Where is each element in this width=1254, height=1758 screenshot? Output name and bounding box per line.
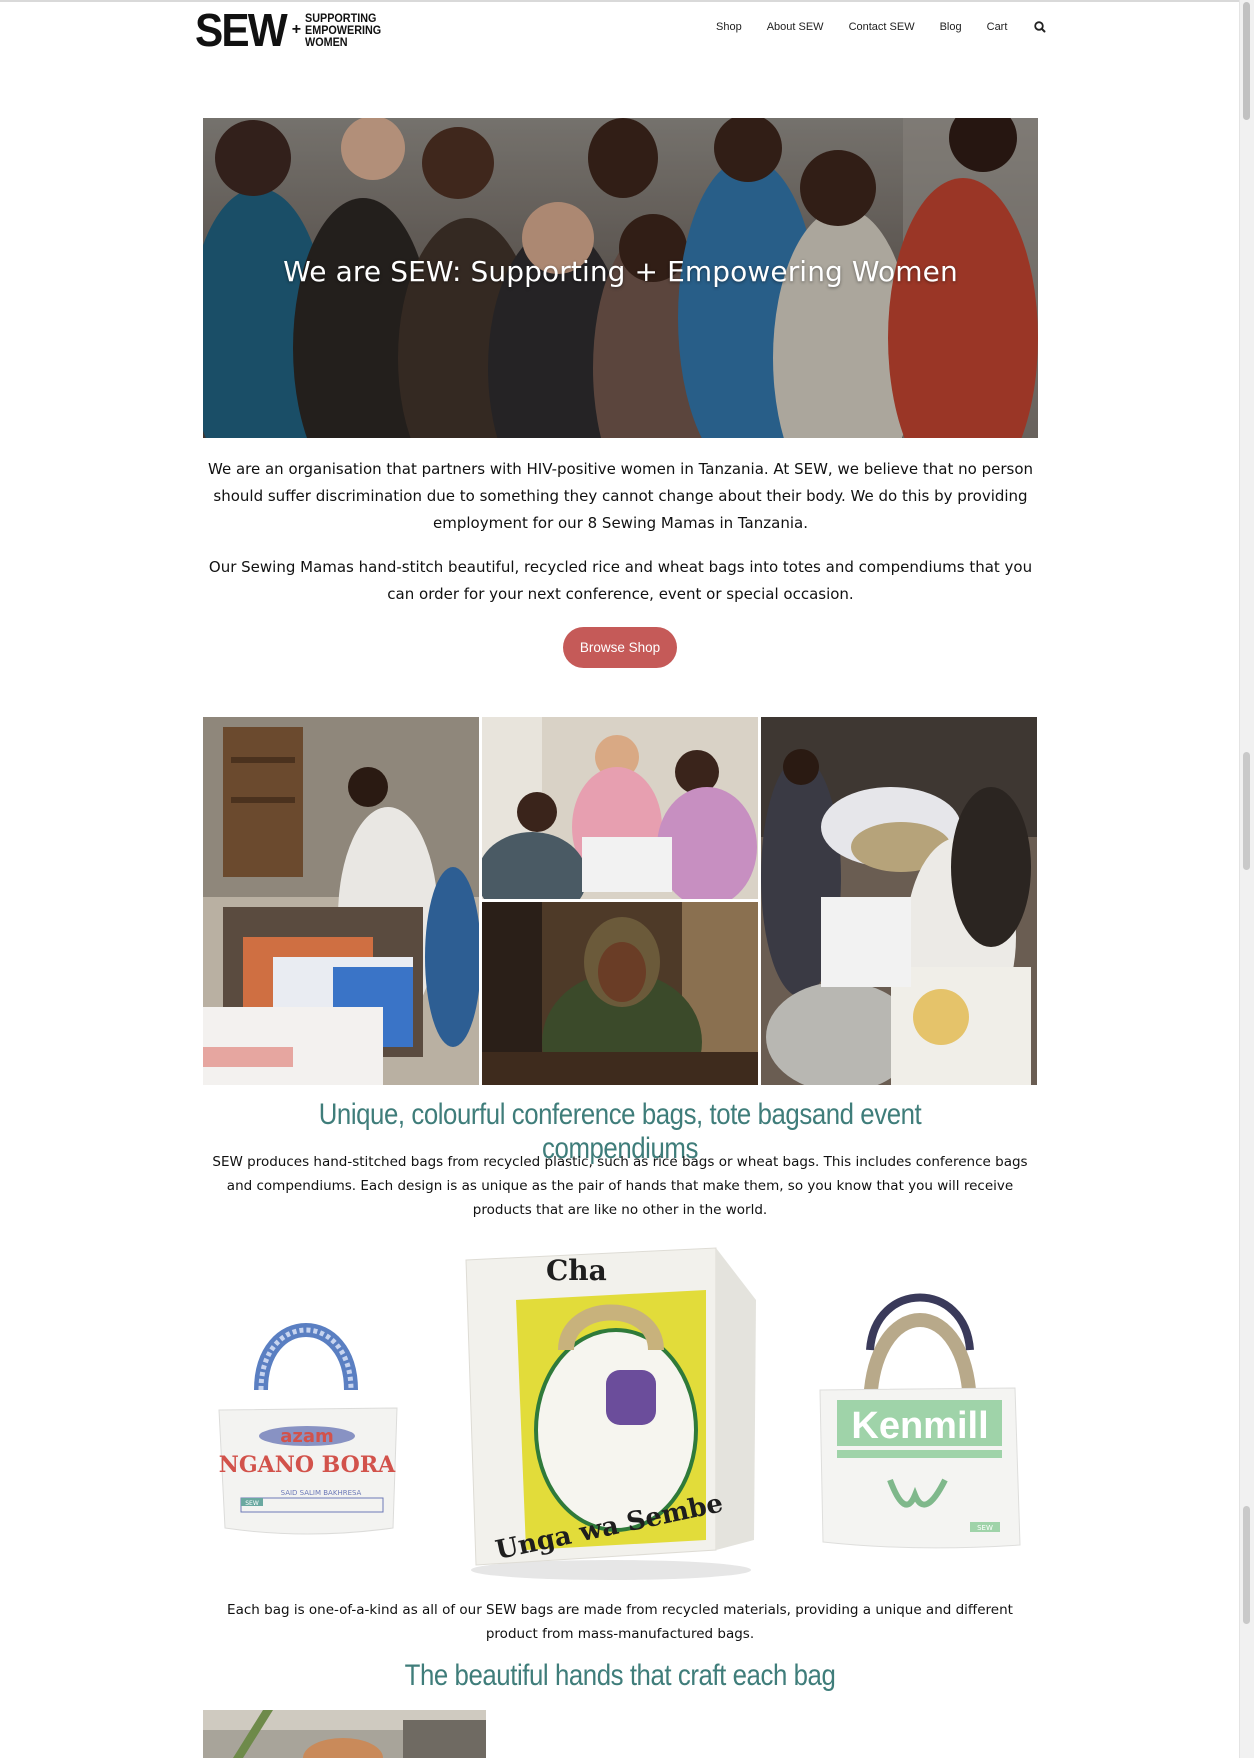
nav-about[interactable]: About SEW [767,21,824,33]
bag-print-tag: SEW [977,1524,993,1532]
logo-wordmark: SEW [195,4,288,56]
bags-footer-text: Each bag is one-of-a-kind as all of our … [227,1602,1013,1642]
scrollbar-marker [1243,752,1250,870]
photo-collage [203,717,1037,1085]
page-scrollbar[interactable] [1239,0,1254,1758]
bag-print-tag: SEW [245,1500,259,1507]
nav-cart[interactable]: Cart [987,21,1008,33]
bag-print-small: SAID SALIM BAKHRESA [281,1489,362,1497]
intro-paragraph: Our Sewing Mamas hand-stitch beautiful, … [208,558,1033,603]
browse-shop-button[interactable]: Browse Shop [563,627,677,668]
nav-contact[interactable]: Contact SEW [849,21,915,33]
bag-showcase: azam NGANO BORA SAID SALIM BAKHRESA SEW … [203,1240,1037,1590]
logo-plus: + [291,21,302,38]
bag-print-brand: Cha [546,1254,607,1287]
site-header: SEW + SUPPORTING EMPOWERING WOMEN Shop A… [0,2,1240,58]
bag-print-brand: azam [280,1426,334,1447]
scrollbar-thumb[interactable] [1243,2,1250,120]
bag-kenmill[interactable]: Kenmill SEW [815,1260,1025,1550]
collage-photo-workshop [203,717,479,1085]
main-nav: Shop About SEW Contact SEW Blog Cart [716,20,1047,34]
hands-heading: The beautiful hands that craft each bag [404,1659,836,1692]
bags-description: SEW produces hand-stitched bags from rec… [212,1154,1028,1218]
collage-photo-market [761,717,1037,1085]
bag-ngano-bora[interactable]: azam NGANO BORA SAID SALIM BAKHRESA SEW [211,1290,403,1540]
bag-unga-wa-sembe[interactable]: Cha Unga wa Sembe [456,1240,766,1585]
scrollbar-marker [1243,1506,1250,1624]
nav-shop[interactable]: Shop [716,21,742,33]
logo-tagline-line: WOMEN [305,35,348,49]
bag-print-text: NGANO BORA [219,1452,396,1478]
nav-blog[interactable]: Blog [940,21,962,33]
page: SEW + SUPPORTING EMPOWERING WOMEN Shop A… [0,0,1254,1758]
hero-title: We are SEW: Supporting + Empowering Wome… [283,254,958,288]
hands-photo [203,1710,486,1758]
collage-photo-sewing [482,717,758,899]
bag-print-brand: Kenmill [851,1405,988,1447]
hero-banner: We are SEW: Supporting + Empowering Wome… [203,118,1038,438]
logo[interactable]: SEW + SUPPORTING EMPOWERING WOMEN [195,4,390,56]
logo-tagline: SUPPORTING EMPOWERING WOMEN [305,12,381,48]
collage-photo-portrait [482,902,758,1085]
intro-paragraph: We are an organisation that partners wit… [208,460,1033,532]
search-icon[interactable] [1033,20,1047,34]
